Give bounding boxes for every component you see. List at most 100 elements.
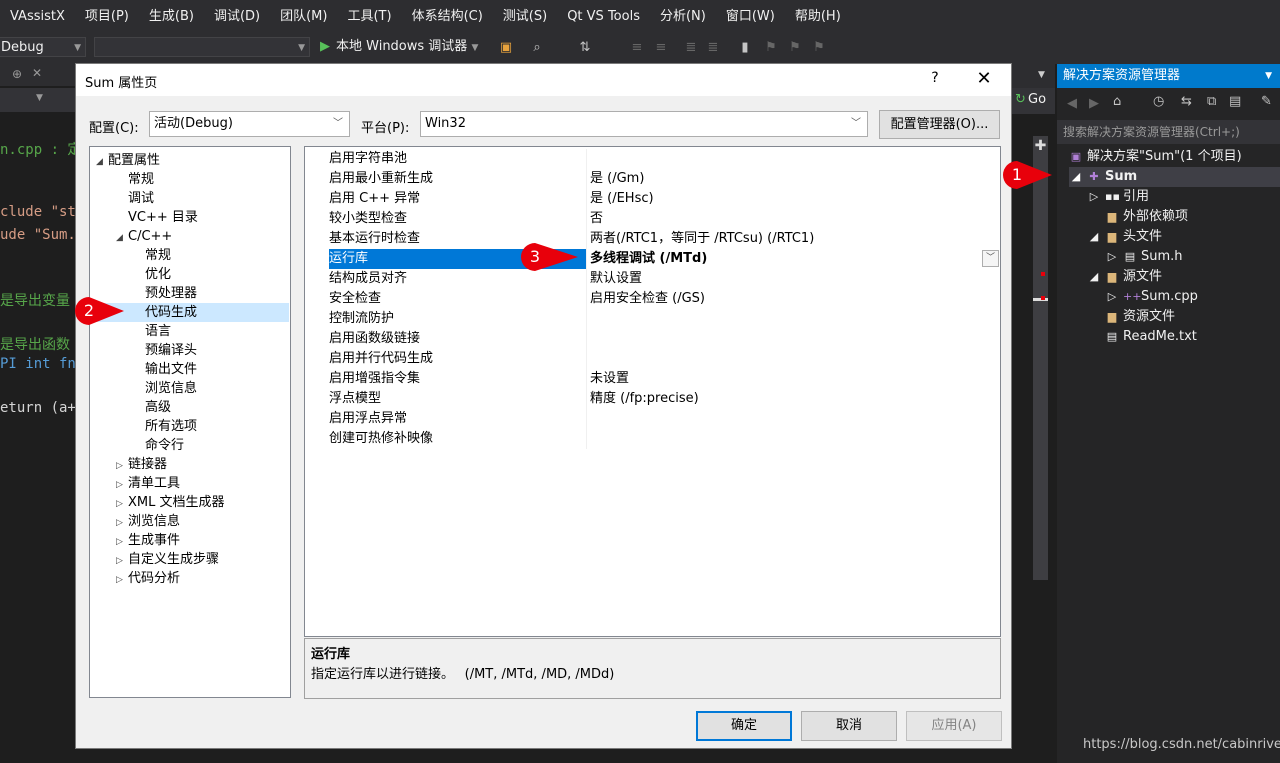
prop-row-hotpatchable-image[interactable]: 创建可热修补映像 [305,429,1000,449]
tree-item-external-deps[interactable]: ▆ 外部依赖项 [1105,207,1188,227]
prop-row-parallel-codegen[interactable]: 启用并行代码生成 [305,349,1000,369]
prop-row-floating-point-model[interactable]: 浮点模型 精度 (/fp:precise) [305,389,1000,409]
tree-build-events[interactable]: ▷ 生成事件 [116,531,180,550]
editor-scrollbar[interactable] [1033,136,1048,580]
attach-icon[interactable]: ▣ [499,41,513,55]
tree-item-project[interactable]: ◢ ✚ Sum [1069,167,1280,187]
history-icon[interactable]: ◷ [1153,94,1164,109]
menu-test[interactable]: 测试(S) [493,0,557,34]
tree-advanced[interactable]: 高级 [145,398,171,417]
prop-row-control-flow-guard[interactable]: 控制流防护 [305,309,1000,329]
prop-row-smaller-type-check[interactable]: 较小类型检查 否 [305,209,1000,229]
uncomment-icon[interactable]: ≣ [706,41,720,55]
close-icon[interactable]: ✕ [32,66,42,80]
tree-xml-doc-generator[interactable]: ▷ XML 文档生成器 [116,493,225,512]
tree-general[interactable]: 常规 [128,170,154,189]
tree-config-properties[interactable]: ◢ 配置属性 [96,151,160,170]
start-debugging-button[interactable]: ▶ 本地 Windows 调试器 ▼ [320,37,478,58]
help-button[interactable]: ? [926,70,944,90]
prop-row-runtime-library[interactable]: 运行库 多线程调试 (/MTd) ﹀ [305,249,1000,269]
menu-project[interactable]: 项目(P) [75,0,139,34]
config-manager-button[interactable]: 配置管理器(O)... [879,110,1000,139]
show-all-files-icon[interactable]: ▤ [1229,94,1241,109]
tree-code-analysis[interactable]: ▷ 代码分析 [116,569,180,588]
ok-button[interactable]: 确定 [696,711,792,741]
prop-row-basic-runtime-checks[interactable]: 基本运行时检查 两者(/RTC1，等同于 /RTCsu) (/RTC1) [305,229,1000,249]
sync-icon[interactable]: ⇆ [1181,94,1192,109]
tree-item-references[interactable]: ▷ ▪▪ 引用 [1087,187,1149,207]
menu-tools[interactable]: 工具(T) [337,0,401,34]
tree-cpp[interactable]: ◢ C/C++ [116,227,172,246]
tree-command-line[interactable]: 命令行 [145,436,184,455]
editor-tab-dropdown[interactable]: ▼ [1012,64,1055,88]
pin-icon[interactable]: ⊕ [12,67,22,81]
outdent-icon[interactable]: ≡ [630,41,644,55]
config-select[interactable]: 活动(Debug) ﹀ [149,111,350,137]
tree-item-sum-cpp[interactable]: ▷ ++Sum.cpp [1105,287,1198,307]
menu-analyze[interactable]: 分析(N) [650,0,716,34]
prop-row-minimal-rebuild[interactable]: 启用最小重新生成 是 (/Gm) [305,169,1000,189]
tree-debugging[interactable]: 调试 [128,189,154,208]
tree-optimization[interactable]: 优化 [145,265,171,284]
tree-custom-build-step[interactable]: ▷ 自定义生成步骤 [116,550,219,569]
tree-language[interactable]: 语言 [145,322,171,341]
tree-linker[interactable]: ▷ 链接器 [116,455,167,474]
solution-search-input[interactable]: 搜索解决方案资源管理器(Ctrl+;) [1057,120,1280,144]
tree-cpp-general[interactable]: 常规 [145,246,171,265]
tree-browse-information[interactable]: 浏览信息 [145,379,197,398]
config-combo[interactable]: Debug ▼ [0,37,86,57]
prop-row-string-pooling[interactable]: 启用字符串池 [305,149,1000,169]
comment-icon[interactable]: ≣ [684,41,698,55]
indent-icon[interactable]: ≡ [654,41,668,55]
properties-icon[interactable]: ✎ [1261,94,1272,109]
back-icon[interactable]: ◀ [1067,96,1077,111]
menu-build[interactable]: 生成(B) [139,0,204,34]
tree-output-files[interactable]: 输出文件 [145,360,197,379]
menu-help[interactable]: 帮助(H) [785,0,851,34]
close-button[interactable]: ✕ [972,68,996,92]
tree-item-source-files[interactable]: ◢ ▆ 源文件 [1087,267,1162,287]
tree-manifest-tool[interactable]: ▷ 清单工具 [116,474,180,493]
prop-row-enhanced-instruction-set[interactable]: 启用增强指令集 未设置 [305,369,1000,389]
tree-item-header-files[interactable]: ◢ ▆ 头文件 [1087,227,1162,247]
bookmark-icon[interactable]: ▮ [738,41,752,55]
tree-item-readme[interactable]: ▤ ReadMe.txt [1105,327,1197,347]
menu-architecture[interactable]: 体系结构(C) [402,0,493,34]
next-bookmark-icon[interactable]: ⚑ [788,41,802,55]
tree-item-sum-h[interactable]: ▷ ▤ Sum.h [1105,247,1183,267]
prev-bookmark-icon[interactable]: ⚑ [764,41,778,55]
editor-scope-combo[interactable]: ▼ [0,88,75,112]
split-icon[interactable]: ✚ [1033,139,1048,153]
prop-row-struct-alignment[interactable]: 结构成员对齐 默认设置 [305,269,1000,289]
menu-qt-vs-tools[interactable]: Qt VS Tools [557,0,650,34]
prop-row-function-level-linking[interactable]: 启用函数级链接 [305,329,1000,349]
platform-select[interactable]: Win32 ﹀ [420,111,868,137]
prop-row-security-check[interactable]: 安全检查 启用安全检查 (/GS) [305,289,1000,309]
menu-vassistx[interactable]: VAssistX [0,0,75,34]
home-icon[interactable]: ⌂ [1113,94,1121,109]
menu-debug[interactable]: 调试(D) [204,0,270,34]
forward-icon[interactable]: ▶ [1089,96,1099,111]
menu-team[interactable]: 团队(M) [270,0,337,34]
go-button[interactable]: ↻ Go [1012,88,1055,114]
tree-preprocessor[interactable]: 预处理器 [145,284,197,303]
tree-all-options[interactable]: 所有选项 [145,417,197,436]
prop-row-cpp-exceptions[interactable]: 启用 C++ 异常 是 (/EHsc) [305,189,1000,209]
tree-vc-directories[interactable]: VC++ 目录 [128,208,198,227]
collapse-all-icon[interactable]: ⧉ [1207,94,1216,109]
tree-precompiled-headers[interactable]: 预编译头 [145,341,197,360]
chevron-down-icon[interactable]: ▼ [1265,64,1272,88]
apply-button[interactable]: 应用(A) [906,711,1002,741]
tree-item-resource-files[interactable]: ▆ 资源文件 [1105,307,1175,327]
cancel-button[interactable]: 取消 [801,711,897,741]
chevron-down-icon[interactable]: ﹀ [982,250,999,267]
tree-browse-info[interactable]: ▷ 浏览信息 [116,512,180,531]
find-icon[interactable]: ⌕ [530,41,544,55]
clear-bookmark-icon[interactable]: ⚑ [812,41,826,55]
solution-explorer-title-text: 解决方案资源管理器 [1063,68,1181,83]
tree-item-solution[interactable]: ▣ 解决方案"Sum"(1 个项目) [1069,147,1242,167]
menu-window[interactable]: 窗口(W) [716,0,785,34]
platform-combo[interactable]: ▼ [94,37,310,57]
prop-row-floating-point-exceptions[interactable]: 启用浮点异常 [305,409,1000,429]
navigate-icon[interactable]: ⇅ [578,41,592,55]
